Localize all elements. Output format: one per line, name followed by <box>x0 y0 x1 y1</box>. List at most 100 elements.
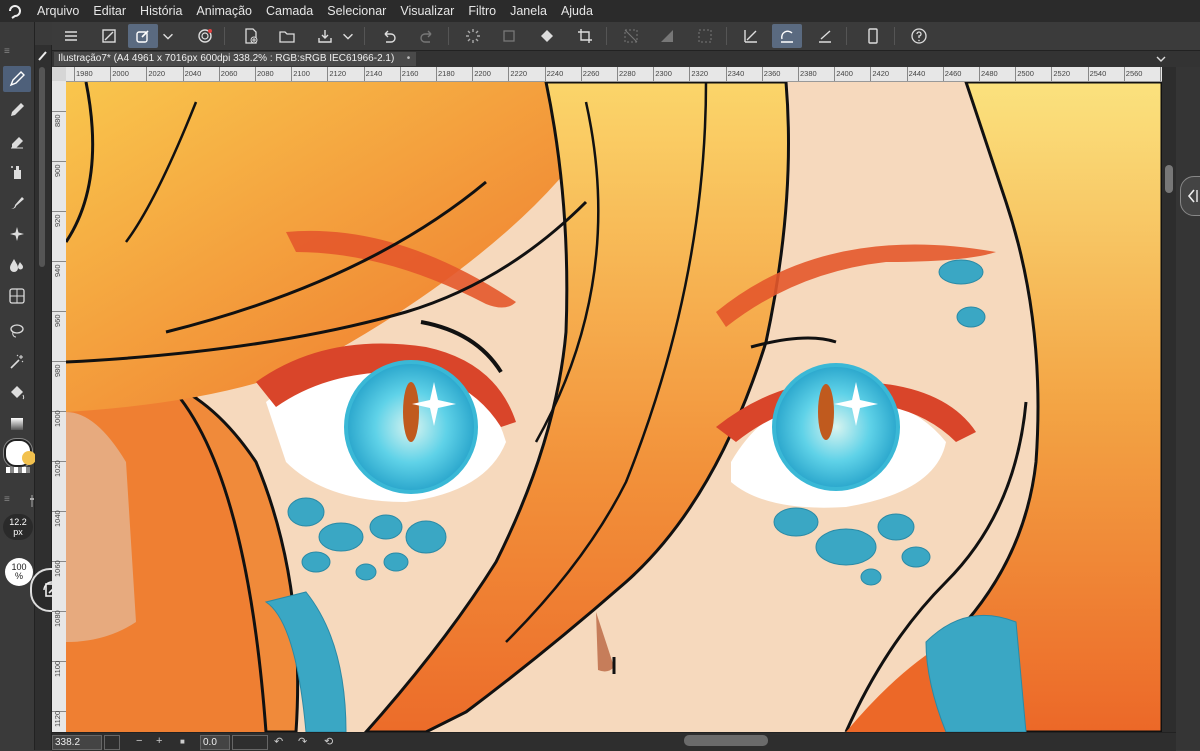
ruler-label: 2100 <box>293 69 310 78</box>
lasso-tool-icon[interactable] <box>3 318 31 344</box>
pen-tool-icon[interactable] <box>3 66 31 92</box>
ruler-label: 2480 <box>981 69 998 78</box>
fit-canvas-icon[interactable] <box>94 24 124 48</box>
ruler-label: 1060 <box>53 560 62 577</box>
grid-snap-icon[interactable] <box>810 24 840 48</box>
brush-tool-icon[interactable] <box>3 190 31 216</box>
open-folder-icon[interactable] <box>272 24 302 48</box>
frame-tool-icon[interactable] <box>3 283 31 309</box>
menu-visualizar[interactable]: Visualizar <box>393 4 461 18</box>
transfer-icon[interactable] <box>494 24 524 48</box>
ruler-snap-icon[interactable] <box>736 24 766 48</box>
vertical-ruler: 880 900 920 940 960 980 1000 1020 1040 1060 1080 11… <box>52 81 67 732</box>
ruler-label: 980 <box>53 364 62 377</box>
loading-spinner-icon[interactable] <box>458 24 488 48</box>
brush-opacity-indicator[interactable]: 100 % <box>5 558 33 586</box>
ruler-label: 1040 <box>53 510 62 527</box>
magic-wand-tool-icon[interactable] <box>3 349 31 375</box>
ruler-label: 960 <box>53 314 62 327</box>
close-tab-icon[interactable]: • <box>407 52 411 66</box>
menu-arquivo[interactable]: Arquivo <box>30 4 86 18</box>
menu-ajuda[interactable]: Ajuda <box>554 4 600 18</box>
crop-icon[interactable] <box>570 24 600 48</box>
device-icon[interactable] <box>858 24 888 48</box>
transparent-color-icon[interactable] <box>6 467 30 473</box>
menu-bar: Arquivo Editar História Animação Camada … <box>0 0 1200 22</box>
zoom-in-icon[interactable]: + <box>156 735 162 747</box>
brush-size-indicator[interactable]: 12.2 px <box>3 514 33 540</box>
fill-bucket-icon[interactable] <box>532 24 562 48</box>
document-tab[interactable]: Ilustração7* (A4 4961 x 7016px 600dpi 33… <box>54 52 417 66</box>
chevron-left-icon <box>1187 189 1198 203</box>
horizontal-ruler: 1980 2000 2020 2040 2060 2080 2100 2120 2140 2160… <box>66 67 1162 82</box>
undo-icon[interactable] <box>374 24 404 48</box>
ruler-tick <box>52 111 66 112</box>
rotate-right-icon[interactable]: ↷ <box>298 735 307 748</box>
help-icon[interactable] <box>904 24 934 48</box>
redo-icon[interactable] <box>412 24 442 48</box>
record-icon[interactable] <box>190 24 220 48</box>
ruler-label: 1000 <box>53 410 62 427</box>
zoom-field[interactable]: 338.2 <box>52 735 102 750</box>
new-document-icon[interactable] <box>236 24 266 48</box>
ruler-label: 2060 <box>220 69 238 78</box>
brush-preview-icon[interactable] <box>37 49 49 61</box>
hamburger-menu-icon[interactable] <box>56 24 86 48</box>
chevron-down-icon[interactable] <box>160 24 176 48</box>
ruler-label: 2400 <box>836 69 853 78</box>
ruler-label: 2040 <box>184 69 202 78</box>
ruler-label: 2380 <box>800 69 817 78</box>
decoration-tool-icon[interactable] <box>3 221 31 247</box>
vertical-scroll-thumb[interactable] <box>1165 165 1173 193</box>
drawing-canvas[interactable] <box>66 82 1162 732</box>
ruler-label: 2160 <box>401 69 419 78</box>
menu-animacao[interactable]: Animação <box>189 4 259 18</box>
airbrush-tool-icon[interactable] <box>3 159 31 185</box>
selection-border-icon[interactable] <box>690 24 720 48</box>
tab-list-chevron-icon[interactable] <box>1154 52 1168 66</box>
pencil-tool-icon[interactable] <box>3 97 31 123</box>
sub-color-icon[interactable] <box>22 451 36 465</box>
menu-selecionar[interactable]: Selecionar <box>320 4 393 18</box>
layer-mode-icon[interactable] <box>128 24 158 48</box>
fill-tool-icon[interactable] <box>3 380 31 406</box>
invert-selection-icon[interactable] <box>652 24 682 48</box>
menu-filtro[interactable]: Filtro <box>461 4 503 18</box>
menu-janela[interactable]: Janela <box>503 4 554 18</box>
ruler-label: 2300 <box>655 69 672 78</box>
menu-historia[interactable]: História <box>133 4 189 18</box>
ruler-label: 2260 <box>582 69 600 78</box>
artwork-illustration <box>66 82 1162 732</box>
angle-slider[interactable] <box>232 735 268 750</box>
grip-icon[interactable]: ≡ <box>4 46 10 57</box>
ruler-label: 920 <box>53 214 62 227</box>
ruler-label: 2020 <box>148 69 166 78</box>
menu-editar[interactable]: Editar <box>86 4 133 18</box>
rotate-left-icon[interactable]: ↶ <box>274 735 283 748</box>
gradient-tool-icon[interactable] <box>3 411 31 437</box>
clear-selection-icon[interactable] <box>616 24 646 48</box>
ruler-label: 2280 <box>619 69 636 78</box>
panel-toggle-button[interactable] <box>1180 176 1200 216</box>
ruler-label: 2420 <box>872 69 890 78</box>
zoom-out-icon[interactable]: − <box>136 735 142 747</box>
horizontal-scroll-thumb[interactable] <box>684 735 768 746</box>
zoom-dropdown[interactable] <box>104 735 120 750</box>
ruler-label: 940 <box>53 264 62 277</box>
stop-icon[interactable]: ■ <box>180 737 185 746</box>
chevron-down-icon[interactable] <box>340 24 356 48</box>
ruler-label: 1100 <box>53 660 62 677</box>
reset-rotation-icon[interactable]: ⟲ <box>324 735 333 748</box>
sub-tool-scrollbar[interactable] <box>39 67 45 267</box>
menu-camada[interactable]: Camada <box>259 4 320 18</box>
save-icon[interactable] <box>310 24 340 48</box>
special-ruler-snap-icon[interactable] <box>772 24 802 48</box>
app-logo-icon[interactable] <box>0 0 30 22</box>
eraser-tool-icon[interactable] <box>3 128 31 154</box>
color-swatch[interactable] <box>4 437 38 477</box>
ruler-label: 2520 <box>1053 69 1071 78</box>
blend-tool-icon[interactable] <box>3 252 31 278</box>
angle-field[interactable]: 0.0 <box>200 735 230 750</box>
right-panel-strip <box>1176 67 1200 750</box>
grip-icon[interactable]: ≡ <box>4 494 10 505</box>
